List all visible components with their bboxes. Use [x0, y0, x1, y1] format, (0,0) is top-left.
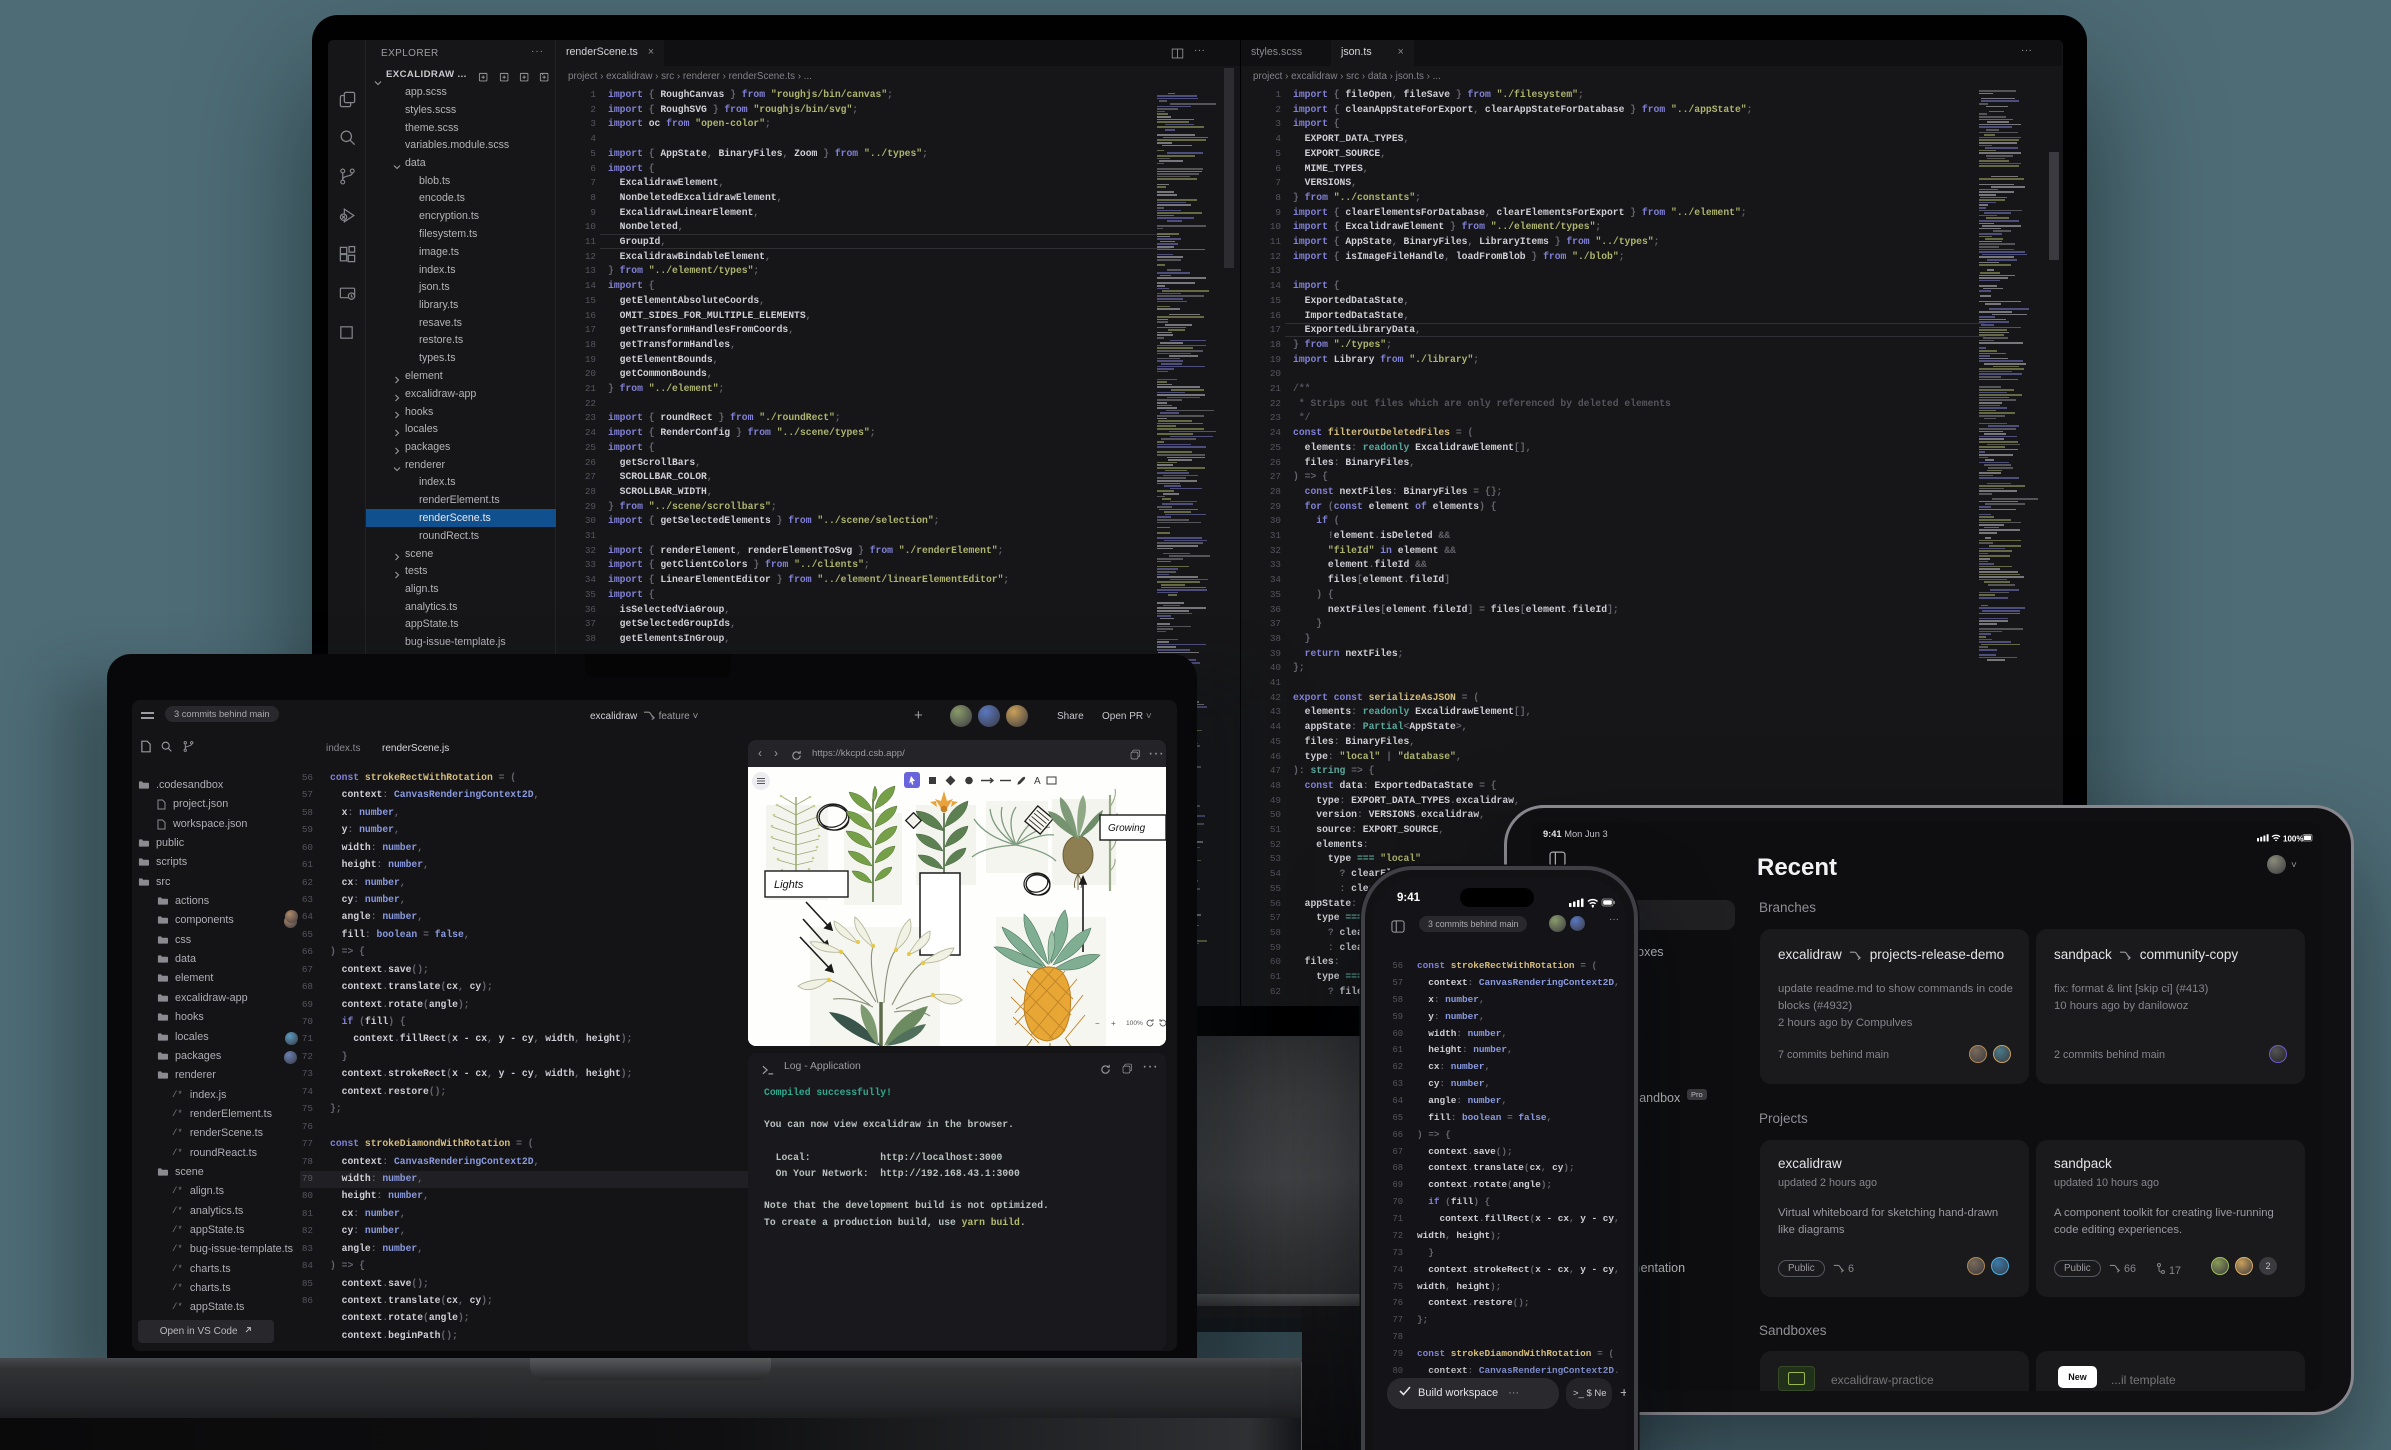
svg-text:+: +: [1111, 1019, 1116, 1028]
svg-text:100%: 100%: [2283, 834, 2303, 843]
svg-text:Lights: Lights: [774, 879, 804, 891]
svg-text:A: A: [1034, 776, 1041, 787]
svg-text:100%: 100%: [1126, 1020, 1143, 1027]
svg-text:Growing: Growing: [1108, 823, 1146, 834]
svg-text:−: −: [1095, 1019, 1100, 1028]
